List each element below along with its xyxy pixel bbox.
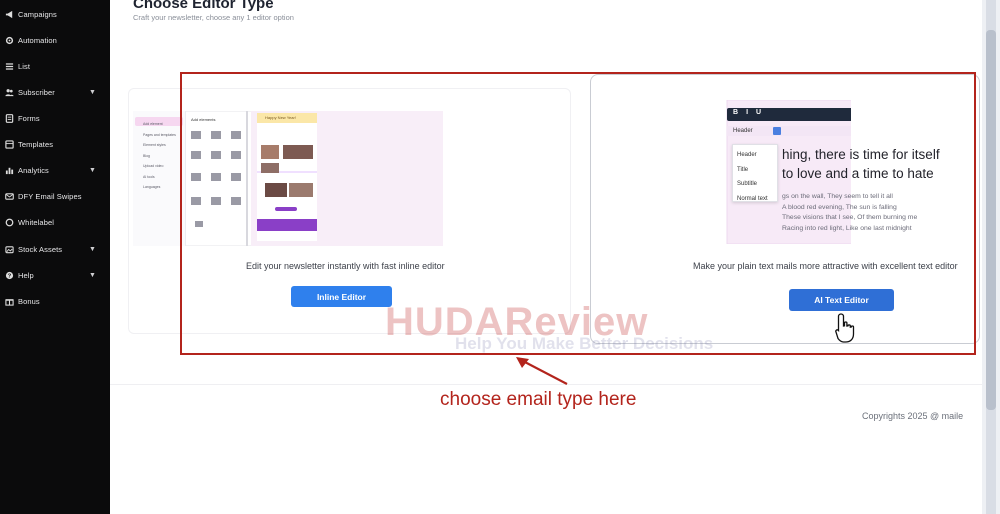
sidebar-item-subscriber[interactable]: Subscriber ▼ <box>0 83 110 101</box>
list-icon <box>5 62 14 71</box>
preview-menu-item: Add element <box>143 122 163 126</box>
sidebar-item-whitelabel[interactable]: Whitelabel <box>0 213 110 231</box>
sidebar-item-forms[interactable]: Forms <box>0 109 110 127</box>
stock-icon <box>5 245 14 254</box>
sidebar-item-help[interactable]: ? Help ▼ <box>0 266 110 284</box>
chart-icon <box>5 166 14 175</box>
circle-icon <box>5 218 14 227</box>
sidebar-item-bonus[interactable]: Bonus <box>0 292 110 310</box>
chevron-down-icon: ▼ <box>88 271 96 279</box>
page-subtitle: Craft your newsletter, choose any 1 edit… <box>133 13 294 22</box>
preview-menu-item: Blog <box>143 153 151 158</box>
users-icon <box>5 88 14 97</box>
help-icon: ? <box>5 271 14 280</box>
preview-menu-item: AI tools <box>143 174 155 179</box>
gift-icon <box>5 297 14 306</box>
template-icon <box>5 139 14 149</box>
chevron-down-icon: ▼ <box>88 88 96 96</box>
annotation-arrow-icon <box>516 357 568 385</box>
svg-text:?: ? <box>8 273 12 279</box>
annotation-text: choose email type here <box>440 389 637 410</box>
sidebar-item-stock-assets[interactable]: Stock Assets ▼ <box>0 240 110 258</box>
sidebar-item-templates[interactable]: Templates <box>0 135 110 153</box>
sidebar: Campaigns Automation List Subscriber ▼ F… <box>0 0 110 514</box>
sidebar-item-list[interactable]: List <box>0 57 110 75</box>
page-title: Choose Editor Type <box>133 0 274 12</box>
form-icon <box>5 113 14 123</box>
preview-menu-item: Pages and templates <box>143 132 176 137</box>
scrollbar-thumb[interactable] <box>986 30 996 410</box>
megaphone-icon <box>5 10 14 19</box>
sidebar-item-dfy-email-swipes[interactable]: DFY Email Swipes <box>0 187 110 205</box>
chevron-down-icon: ▼ <box>88 245 96 253</box>
sidebar-item-campaigns[interactable]: Campaigns <box>0 5 110 23</box>
preview-menu-item: Languages <box>143 185 161 189</box>
gear-icon <box>5 36 14 45</box>
watermark-tagline: Help You Make Better Decisions <box>455 334 714 353</box>
sidebar-item-automation[interactable]: Automation <box>0 31 110 49</box>
email-icon <box>5 192 14 201</box>
scrollbar[interactable] <box>982 0 1000 514</box>
preview-menu-item: Upload video <box>143 164 164 168</box>
chevron-down-icon: ▼ <box>88 166 96 174</box>
footer-copyright: Copyrights 2025 @ maile <box>862 411 964 421</box>
preview-menu-item: Element styles <box>143 143 166 147</box>
sidebar-item-analytics[interactable]: Analytics ▼ <box>0 161 110 179</box>
